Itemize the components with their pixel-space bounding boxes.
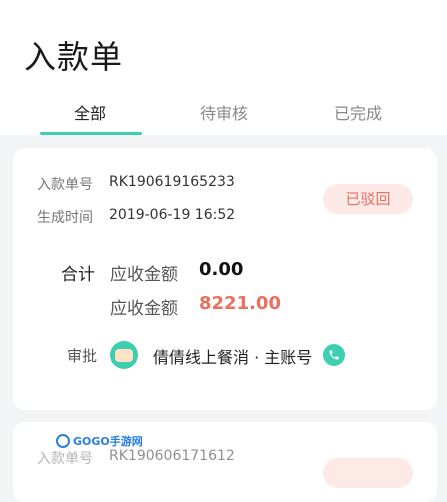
tab-bar: 全部 待审核 已完成	[0, 96, 447, 136]
avatar-icon	[110, 341, 138, 369]
tab-pending[interactable]: 待审核	[164, 100, 284, 124]
order-no-label: 入款单号	[37, 177, 93, 193]
deposit-order-card[interactable]: 入款单号 RK190619165233 生成时间 2019-06-19 16:5…	[13, 148, 437, 410]
receivable-value-2: 8221.00	[199, 293, 281, 314]
created-time-value: 2019-06-19 16:52	[109, 207, 236, 223]
tab-all[interactable]: 全部	[30, 100, 150, 124]
tab-done[interactable]: 已完成	[298, 100, 418, 124]
total-label: 合计	[61, 265, 95, 285]
watermark-text: GOGO手游网	[73, 435, 143, 448]
header: 入款单 全部 待审核 已完成	[0, 0, 447, 135]
status-badge: 已驳回	[323, 184, 413, 214]
receivable-label-2: 应收金额	[110, 299, 178, 319]
watermark-logo: GOGO手游网	[56, 432, 143, 450]
page-title: 入款单	[24, 38, 124, 76]
approval-label: 审批	[67, 347, 98, 365]
order-no-value: RK190606171612	[109, 448, 235, 464]
watermark-icon	[56, 434, 70, 448]
approver-name: 倩倩线上餐消 · 主账号	[153, 348, 313, 367]
status-badge	[323, 458, 413, 488]
created-time-label: 生成时间	[37, 210, 93, 226]
active-tab-indicator	[40, 132, 142, 135]
phone-icon-glyph	[329, 350, 339, 360]
phone-icon[interactable]	[323, 344, 345, 366]
order-no-label: 入款单号	[37, 451, 93, 467]
receivable-label: 应收金额	[110, 265, 178, 285]
order-no-value: RK190619165233	[109, 174, 235, 190]
receivable-value: 0.00	[199, 259, 244, 280]
